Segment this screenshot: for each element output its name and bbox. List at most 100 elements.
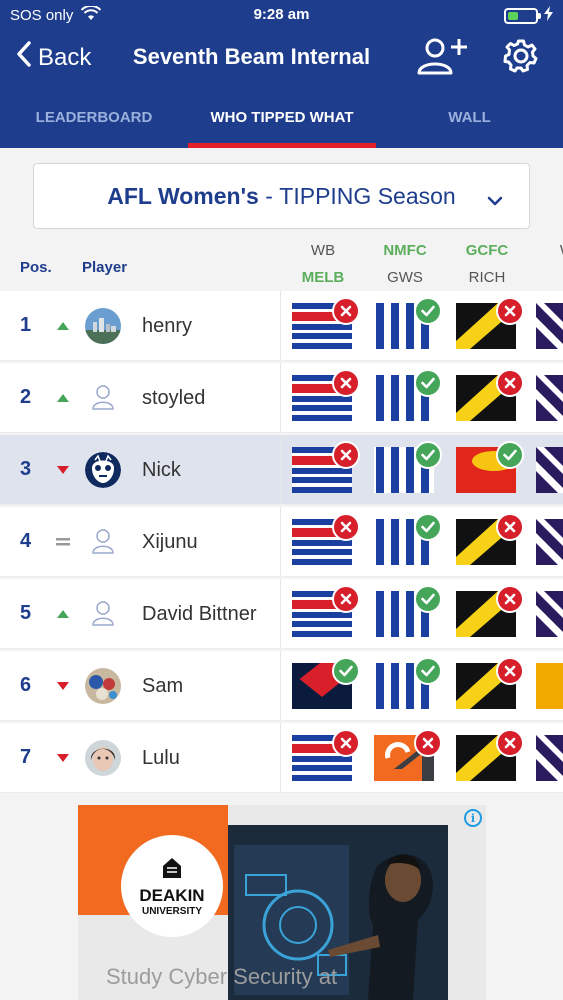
tip-guernsey[interactable] bbox=[536, 375, 563, 421]
add-user-icon[interactable] bbox=[415, 36, 469, 81]
leaderboard-row[interactable]: 3 Nick bbox=[0, 435, 563, 505]
tip-guernsey[interactable] bbox=[374, 657, 442, 709]
rich-guernsey-icon bbox=[456, 519, 516, 569]
leaderboard-row[interactable]: 5 David Bittner bbox=[0, 579, 563, 649]
tip-guernsey[interactable] bbox=[374, 369, 442, 421]
player-name: David Bittner bbox=[142, 603, 257, 625]
leaderboard-row[interactable]: 4 Xijunu bbox=[0, 507, 563, 577]
ad-banner[interactable]: DEAKIN UNIVERSITY Study Cyber Security a… bbox=[78, 805, 486, 1000]
wb-guernsey-icon bbox=[292, 735, 352, 785]
tip-guernsey[interactable] bbox=[374, 441, 442, 493]
row-divider bbox=[0, 504, 563, 505]
tip-guernsey[interactable] bbox=[536, 591, 563, 637]
nmfc-guernsey-icon bbox=[374, 591, 434, 641]
tip-guernsey[interactable] bbox=[456, 513, 524, 565]
wrong-badge-icon bbox=[496, 657, 524, 685]
freo-guernsey-icon bbox=[536, 735, 563, 785]
tip-guernsey[interactable] bbox=[374, 297, 442, 349]
wrong-badge-icon bbox=[332, 729, 360, 757]
avatar bbox=[85, 380, 121, 416]
player-cell: 1 henry bbox=[0, 291, 281, 361]
tip-guernsey[interactable] bbox=[292, 585, 360, 637]
player-name: Nick bbox=[142, 459, 181, 481]
tip-guernsey[interactable] bbox=[536, 735, 563, 781]
tab-who-tipped-what[interactable]: WHO TIPPED WHAT bbox=[188, 86, 376, 148]
correct-badge-icon bbox=[414, 585, 442, 613]
tip-guernsey[interactable] bbox=[456, 441, 524, 493]
rich-guernsey-icon bbox=[456, 303, 516, 353]
position-number: 4 bbox=[20, 530, 32, 552]
tip-guernsey[interactable] bbox=[374, 513, 442, 565]
tip-guernsey[interactable] bbox=[536, 447, 563, 493]
tip-guernsey[interactable] bbox=[536, 519, 563, 565]
season-dropdown[interactable]: AFL Women's - TIPPING Season bbox=[33, 163, 530, 229]
row-divider bbox=[0, 792, 563, 793]
tip-guernsey[interactable] bbox=[374, 729, 442, 781]
player-cell: 6 Sam bbox=[0, 651, 281, 721]
tip-guernsey[interactable] bbox=[292, 729, 360, 781]
leaderboard-row[interactable]: 1 henry bbox=[0, 291, 563, 361]
match-home-team: NMFC bbox=[383, 242, 427, 259]
wb-guernsey-icon bbox=[292, 303, 352, 353]
correct-badge-icon bbox=[414, 369, 442, 397]
position-number: 2 bbox=[20, 386, 32, 408]
player-cell: 3 Nick bbox=[0, 435, 281, 505]
correct-badge-icon bbox=[496, 441, 524, 469]
match-header[interactable]: GCFC RICH bbox=[452, 237, 522, 291]
back-button[interactable]: Back bbox=[16, 40, 91, 75]
correct-badge-icon bbox=[414, 441, 442, 469]
tip-guernsey[interactable] bbox=[292, 441, 360, 493]
tip-guernsey[interactable] bbox=[374, 585, 442, 637]
movement-same-icon bbox=[56, 538, 70, 546]
leaderboard-row[interactable]: 2 stoyled bbox=[0, 363, 563, 433]
tip-guernsey[interactable] bbox=[456, 297, 524, 349]
movement-up-icon bbox=[57, 394, 69, 402]
movement-down-icon bbox=[57, 682, 69, 690]
column-header-pos: Pos. bbox=[20, 259, 52, 276]
position-number: 6 bbox=[20, 674, 32, 696]
player-cell: 2 stoyled bbox=[0, 363, 281, 433]
chevron-down-icon bbox=[487, 186, 503, 213]
match-home-team: W bbox=[532, 237, 563, 264]
player-cell: 7 Lulu bbox=[0, 723, 281, 793]
tab-label: WHO TIPPED WHAT bbox=[210, 108, 354, 126]
freo-guernsey-icon bbox=[536, 519, 563, 569]
tip-guernsey[interactable] bbox=[536, 663, 563, 709]
wrong-badge-icon bbox=[496, 585, 524, 613]
tip-guernsey[interactable] bbox=[456, 369, 524, 421]
deakin-logo: DEAKIN UNIVERSITY bbox=[121, 835, 223, 937]
tip-guernsey[interactable] bbox=[456, 729, 524, 781]
info-icon[interactable]: i bbox=[464, 809, 482, 827]
correct-badge-icon bbox=[414, 513, 442, 541]
tip-guernsey[interactable] bbox=[536, 303, 563, 349]
avatar bbox=[85, 740, 121, 776]
tip-guernsey[interactable] bbox=[456, 657, 524, 709]
rich-guernsey-icon bbox=[456, 663, 516, 713]
position-number: 5 bbox=[20, 602, 32, 624]
column-header-player: Player bbox=[82, 259, 128, 276]
leaderboard-row[interactable]: 7 Lulu bbox=[0, 723, 563, 793]
tip-guernsey[interactable] bbox=[292, 297, 360, 349]
tab-bar: LEADERBOARD WHO TIPPED WHAT WALL bbox=[0, 86, 563, 148]
avatar bbox=[85, 596, 121, 632]
match-header[interactable]: NMFC GWS bbox=[370, 237, 440, 291]
rich-guernsey-icon bbox=[456, 375, 516, 425]
match-header[interactable]: WF bbox=[532, 237, 563, 291]
tip-guernsey[interactable] bbox=[292, 513, 360, 565]
tab-wall[interactable]: WALL bbox=[376, 86, 563, 148]
wrong-badge-icon bbox=[414, 729, 442, 757]
match-header[interactable]: WB MELB bbox=[288, 237, 358, 291]
charging-icon bbox=[544, 6, 553, 25]
gear-icon[interactable] bbox=[503, 38, 539, 79]
correct-badge-icon bbox=[414, 297, 442, 325]
player-name: Sam bbox=[142, 675, 184, 697]
row-divider bbox=[0, 432, 563, 433]
freo-guernsey-icon bbox=[536, 375, 563, 425]
tip-guernsey[interactable] bbox=[292, 369, 360, 421]
tip-guernsey[interactable] bbox=[292, 657, 360, 709]
tip-guernsey[interactable] bbox=[456, 585, 524, 637]
movement-down-icon bbox=[57, 466, 69, 474]
leaderboard-row[interactable]: 6 Sam bbox=[0, 651, 563, 721]
tab-leaderboard[interactable]: LEADERBOARD bbox=[0, 86, 188, 148]
avatar bbox=[85, 308, 121, 344]
